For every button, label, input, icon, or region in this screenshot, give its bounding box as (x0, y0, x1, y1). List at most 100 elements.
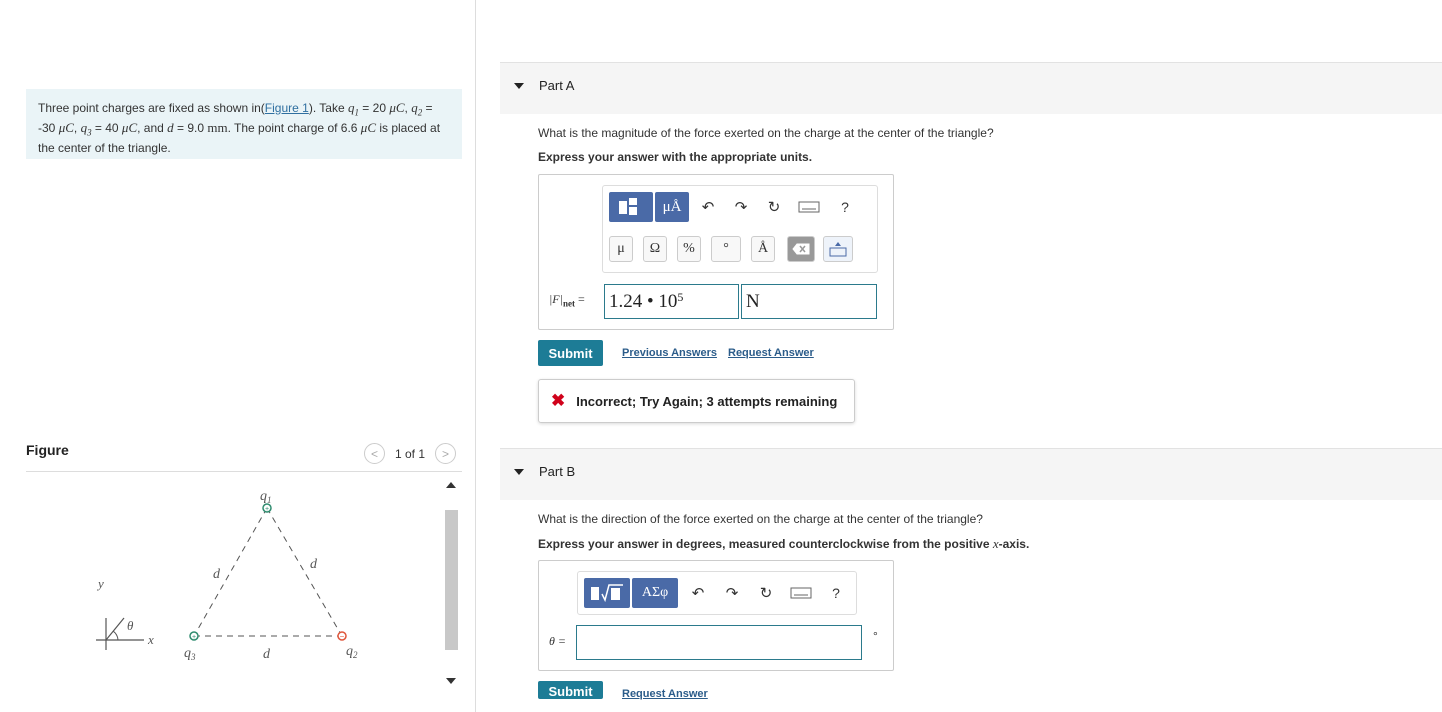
problem-text: Three point charges are fixed as shown i… (38, 101, 265, 115)
symbol-ohm-button[interactable]: Ω (643, 236, 667, 262)
symbol-label: Ω (649, 241, 661, 256)
part-a-label: Part A (539, 78, 575, 93)
theta-label: θ = (549, 634, 566, 648)
backspace-icon (792, 243, 810, 255)
reset-icon[interactable]: ↻ (764, 196, 784, 218)
minus-icon: − (340, 632, 345, 641)
keyboard-glyph (790, 587, 812, 599)
side-q1-q2 (266, 507, 343, 637)
unit-uC: μC (121, 120, 138, 136)
help-icon: ? (832, 585, 840, 601)
keyboard-up-icon (829, 242, 847, 257)
part-a-submit-button[interactable]: Submit (538, 340, 603, 366)
symbol-label: Å (757, 241, 769, 256)
part-b-submit-button[interactable]: Submit (538, 681, 603, 699)
part-b-toolbar: ΑΣφ ↶ ↷ ↻ ? (577, 571, 857, 615)
unit-uC: μC (389, 100, 405, 115)
degree-unit: ° (873, 629, 878, 643)
part-a-request-answer-link[interactable]: Request Answer (728, 347, 814, 359)
part-b-header[interactable]: Part B (500, 448, 1442, 500)
exponent-text: 5 (677, 290, 684, 304)
axis-label-x: x (147, 632, 154, 647)
figure-pager: < 1 of 1 > (364, 443, 457, 464)
root-template-icon (591, 584, 623, 603)
figure-diagram: + + − q1 q2 q3 d d d y x θ (96, 489, 358, 662)
redo-icon[interactable]: ↷ (722, 582, 742, 604)
instruction-text: Express your answer in degrees, measured… (538, 537, 993, 551)
angle-arc (112, 630, 119, 641)
problem-text: ). Take (308, 101, 348, 115)
scroll-down-icon[interactable] (446, 678, 456, 684)
keyboard-icon[interactable] (796, 198, 822, 216)
chevron-left-icon: < (370, 446, 378, 461)
label-q2: q2 (346, 644, 358, 660)
symbol-mu-button[interactable]: μ (609, 236, 633, 262)
backspace-button[interactable] (787, 236, 815, 262)
template-icon (619, 198, 637, 215)
undo-icon[interactable]: ↶ (688, 582, 708, 604)
math-template-button[interactable] (584, 578, 630, 608)
keyboard-icon[interactable] (788, 584, 814, 602)
next-figure-button[interactable]: > (435, 443, 457, 464)
help-button[interactable]: ? (835, 196, 855, 218)
part-a-toolbar: μÅ ↶ ↷ ↻ ? μ Ω % ° Å (602, 185, 878, 273)
angle-label-theta: θ (127, 618, 134, 633)
label-d-bottom: d (263, 647, 271, 662)
left-panel: Three point charges are fixed as shown i… (0, 0, 475, 712)
equals-sign: = (577, 292, 585, 306)
help-button[interactable]: ? (826, 582, 846, 604)
value-text: 1.24 • 10 (609, 290, 678, 312)
part-a-value-input[interactable]: 1.24 • 10 5 (604, 284, 739, 319)
symbol-angstrom-button[interactable]: Å (751, 236, 775, 262)
undo-icon[interactable]: ↶ (698, 196, 718, 218)
reset-icon[interactable]: ↻ (756, 582, 776, 604)
unit-uC: μC (360, 120, 376, 136)
collapse-triangle-icon[interactable] (514, 83, 524, 89)
part-b-label: Part B (539, 464, 576, 479)
axis-label-y: y (96, 576, 104, 591)
figure-link[interactable]: Figure 1 (265, 101, 309, 115)
scroll-thumb[interactable] (445, 510, 458, 650)
q1-value: = 20 (358, 101, 390, 115)
unit-uC: μC (58, 120, 74, 136)
redo-icon[interactable]: ↷ (731, 196, 751, 218)
figure-divider (26, 471, 462, 472)
panel-divider (475, 0, 476, 712)
figure-title: Figure (26, 442, 69, 458)
symbol-label: ° (723, 241, 729, 256)
part-a-question: What is the magnitude of the force exert… (538, 126, 994, 140)
force-symbol: |F| (549, 292, 563, 306)
chevron-right-icon: > (442, 446, 450, 461)
part-a-header[interactable]: Part A (500, 62, 1442, 114)
figure-scrollbar[interactable] (442, 478, 460, 690)
unit-mm: mm (207, 120, 228, 136)
net-subscript: net (562, 298, 575, 309)
side-q1-q3 (193, 507, 268, 637)
scroll-up-icon[interactable] (446, 482, 456, 488)
previous-answers-link[interactable]: Previous Answers (622, 347, 717, 359)
problem-text: , and (137, 121, 168, 136)
q3-value: = 40 (91, 121, 122, 136)
keyboard-glyph (798, 201, 820, 213)
part-b-question: What is the direction of the force exert… (538, 512, 983, 526)
angle-vector (105, 617, 125, 641)
part-a-unit-input[interactable]: N (741, 284, 877, 319)
part-b-instruction: Express your answer in degrees, measured… (538, 536, 1029, 552)
template-button[interactable] (609, 192, 653, 222)
part-b-answer-box: ΑΣφ ↶ ↷ ↻ ? θ = ° (538, 560, 894, 671)
part-a-instruction: Express your answer with the appropriate… (538, 150, 813, 164)
label-d-left: d (213, 567, 221, 582)
symbol-degree-button[interactable]: ° (711, 236, 741, 262)
error-x-icon: ✖ (551, 391, 566, 410)
symbol-percent-button[interactable]: % (677, 236, 701, 262)
collapse-triangle-icon[interactable] (514, 469, 524, 475)
prev-figure-button[interactable]: < (364, 443, 385, 464)
units-button[interactable]: μÅ (655, 192, 689, 222)
greek-label: ΑΣφ (641, 585, 669, 600)
unit-text: N (746, 290, 760, 312)
keyboard-toggle-button[interactable] (823, 236, 853, 262)
part-a-answer-box: μÅ ↶ ↷ ↻ ? μ Ω % ° Å |F|net = 1.24 • 10 5… (538, 174, 894, 330)
part-b-request-answer-link[interactable]: Request Answer (622, 688, 708, 700)
greek-button[interactable]: ΑΣφ (632, 578, 678, 608)
part-b-value-input[interactable] (576, 625, 862, 660)
